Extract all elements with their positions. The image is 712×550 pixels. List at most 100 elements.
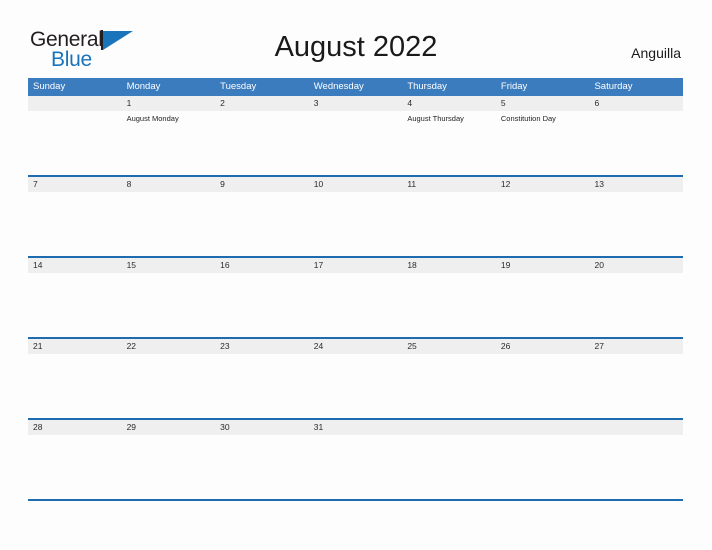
date-number[interactable]: 20 (589, 258, 683, 273)
date-number[interactable]: 8 (122, 177, 216, 192)
week-date-band: 7 8 9 10 11 12 13 (28, 177, 683, 192)
week-event-band (28, 192, 683, 258)
day-cell[interactable] (589, 435, 683, 499)
day-cell[interactable] (496, 354, 590, 418)
day-cell[interactable] (496, 435, 590, 499)
date-number[interactable]: 9 (215, 177, 309, 192)
day-of-week-header-row: Sunday Monday Tuesday Wednesday Thursday… (28, 78, 683, 96)
calendar-week-row: 21 22 23 24 25 26 27 (28, 339, 683, 420)
date-number[interactable]: 3 (309, 96, 403, 111)
date-number[interactable]: 31 (309, 420, 403, 435)
week-event-band (28, 273, 683, 339)
date-number[interactable] (402, 420, 496, 435)
day-header-sunday: Sunday (33, 81, 66, 92)
event-label: August Thursday (407, 114, 464, 123)
calendar-week-row: 14 15 16 17 18 19 20 (28, 258, 683, 339)
date-number[interactable]: 27 (589, 339, 683, 354)
day-header-thursday: Thursday (407, 81, 447, 92)
calendar-week-row: 28 29 30 31 (28, 420, 683, 501)
week-date-band: 21 22 23 24 25 26 27 (28, 339, 683, 354)
day-cell[interactable] (28, 435, 122, 499)
date-number[interactable]: 2 (215, 96, 309, 111)
day-cell[interactable] (122, 192, 216, 256)
date-number[interactable]: 14 (28, 258, 122, 273)
date-number[interactable]: 30 (215, 420, 309, 435)
country-label: Anguilla (631, 45, 681, 61)
day-cell[interactable] (589, 354, 683, 418)
day-cell[interactable] (496, 192, 590, 256)
week-date-band: 1 2 3 4 5 6 (28, 96, 683, 111)
date-number[interactable]: 16 (215, 258, 309, 273)
day-cell[interactable] (309, 435, 403, 499)
event-label: August Monday (126, 114, 179, 123)
date-number[interactable]: 26 (496, 339, 590, 354)
date-number[interactable]: 4 (402, 96, 496, 111)
week-event-band (28, 435, 683, 501)
day-cell[interactable] (402, 273, 496, 337)
day-cell[interactable] (215, 435, 309, 499)
date-number[interactable]: 12 (496, 177, 590, 192)
day-header-monday: Monday (126, 81, 161, 92)
date-number[interactable] (28, 96, 122, 111)
date-number[interactable]: 21 (28, 339, 122, 354)
date-number[interactable]: 1 (122, 96, 216, 111)
day-cell[interactable] (402, 192, 496, 256)
date-number[interactable]: 28 (28, 420, 122, 435)
day-cell[interactable] (28, 192, 122, 256)
date-number[interactable]: 24 (309, 339, 403, 354)
day-cell[interactable] (215, 273, 309, 337)
day-cell[interactable]: Constitution Day (496, 111, 590, 175)
day-cell[interactable] (402, 354, 496, 418)
day-cell[interactable] (215, 192, 309, 256)
day-cell[interactable] (589, 111, 683, 175)
date-number[interactable]: 29 (122, 420, 216, 435)
date-number[interactable]: 19 (496, 258, 590, 273)
day-cell[interactable] (28, 273, 122, 337)
date-number[interactable]: 22 (122, 339, 216, 354)
date-number[interactable]: 10 (309, 177, 403, 192)
day-header-saturday: Saturday (594, 81, 633, 92)
date-number[interactable]: 5 (496, 96, 590, 111)
day-cell[interactable] (215, 111, 309, 175)
day-cell[interactable] (309, 273, 403, 337)
week-event-band: August Monday August Thursday Constituti… (28, 111, 683, 177)
week-date-band: 14 15 16 17 18 19 20 (28, 258, 683, 273)
calendar-page: General Blue August 2022 Anguilla Sunday… (0, 0, 712, 550)
calendar-week-row: 7 8 9 10 11 12 13 (28, 177, 683, 258)
date-number[interactable]: 15 (122, 258, 216, 273)
event-label: Constitution Day (500, 114, 556, 123)
day-cell[interactable] (122, 435, 216, 499)
day-cell[interactable] (589, 192, 683, 256)
day-cell[interactable] (309, 354, 403, 418)
day-cell[interactable] (309, 111, 403, 175)
page-title: August 2022 (274, 31, 438, 63)
calendar-grid: Sunday Monday Tuesday Wednesday Thursday… (28, 78, 683, 501)
calendar-week-row: 1 2 3 4 5 6 August Monday August Thursda… (28, 96, 683, 177)
date-number[interactable]: 13 (589, 177, 683, 192)
day-cell[interactable] (122, 354, 216, 418)
date-number[interactable]: 6 (589, 96, 683, 111)
day-cell[interactable] (589, 273, 683, 337)
date-number[interactable] (496, 420, 590, 435)
week-date-band: 28 29 30 31 (28, 420, 683, 435)
week-event-band (28, 354, 683, 420)
day-header-tuesday: Tuesday (220, 81, 257, 92)
date-number[interactable]: 18 (402, 258, 496, 273)
date-number[interactable] (589, 420, 683, 435)
day-cell[interactable] (309, 192, 403, 256)
date-number[interactable]: 25 (402, 339, 496, 354)
date-number[interactable]: 7 (28, 177, 122, 192)
date-number[interactable]: 17 (309, 258, 403, 273)
day-cell[interactable] (215, 354, 309, 418)
day-cell[interactable] (28, 354, 122, 418)
day-cell[interactable] (402, 435, 496, 499)
day-cell[interactable]: August Monday (122, 111, 216, 175)
day-cell[interactable] (122, 273, 216, 337)
date-number[interactable]: 23 (215, 339, 309, 354)
day-header-wednesday: Wednesday (313, 81, 364, 92)
day-cell[interactable]: August Thursday (402, 111, 496, 175)
date-number[interactable]: 11 (402, 177, 496, 192)
day-cell[interactable] (496, 273, 590, 337)
day-cell[interactable] (28, 111, 122, 175)
day-header-friday: Friday (500, 81, 528, 92)
